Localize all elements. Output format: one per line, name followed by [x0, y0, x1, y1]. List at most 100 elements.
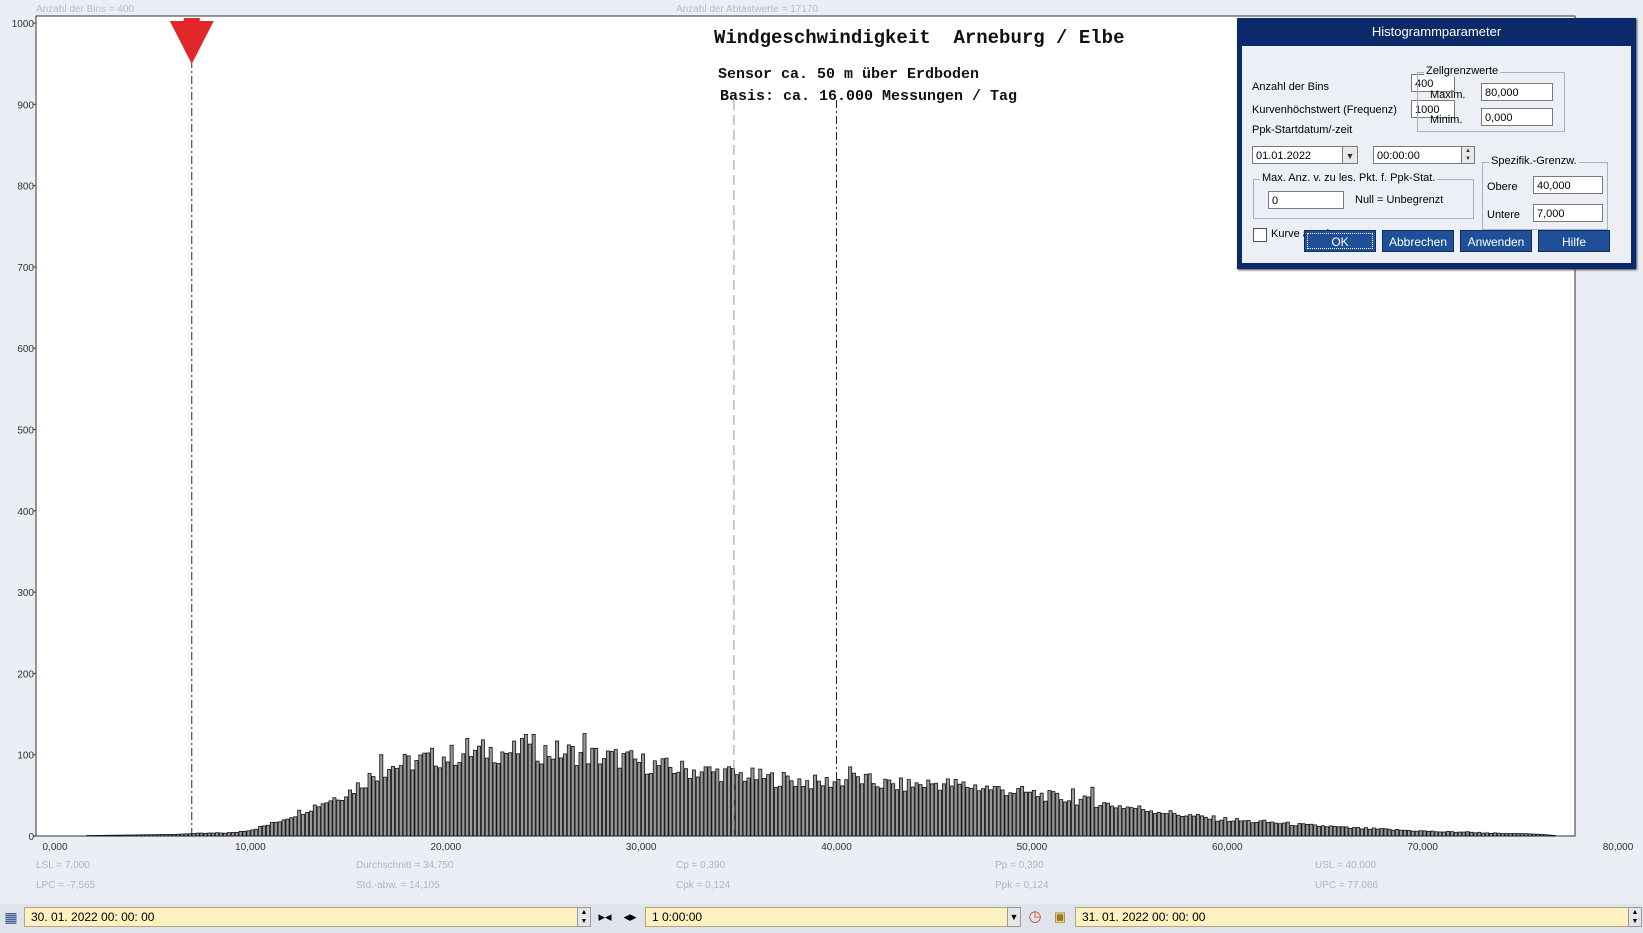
histogram-bar	[1356, 827, 1361, 837]
histogram-bar	[1031, 789, 1036, 837]
y-tick-label: 500	[17, 426, 34, 437]
histogram-bar	[801, 786, 806, 837]
chart-subtitle-2: Basis: ca. 16.000 Messungen / Tag	[720, 88, 1018, 105]
start-spinner-icon[interactable]: ▲ ▼	[577, 907, 591, 927]
histogram-bar	[1137, 805, 1142, 837]
histogram-bar	[324, 802, 329, 837]
cancel-button[interactable]: Abbrechen	[1382, 230, 1454, 252]
histogram-bar	[727, 766, 731, 837]
histogram-bar	[1305, 824, 1310, 837]
time-input[interactable]: 00:00:00	[1373, 146, 1475, 164]
histogram-bar	[1399, 829, 1404, 837]
histogram-bar	[684, 768, 689, 837]
histogram-bar	[219, 832, 224, 837]
apply-button[interactable]: Anwenden	[1460, 230, 1532, 252]
chevron-down-icon[interactable]: ▼	[1342, 146, 1358, 164]
histogram-bar	[281, 819, 286, 837]
expand-range-icon[interactable]: ◂▸	[621, 908, 639, 926]
histogram-bar	[672, 772, 677, 837]
histogram-bar	[820, 785, 825, 837]
chart-title: Windgeschwindigkeit Arneburg / Elbe	[714, 27, 1125, 49]
histogram-bar	[1496, 832, 1501, 837]
histogram-bar	[1524, 833, 1529, 837]
shrink-range-icon[interactable]: ▸◂	[596, 908, 614, 926]
max-points-input[interactable]: 0	[1268, 191, 1344, 209]
histogram-bar	[101, 834, 106, 837]
histogram-bar	[301, 814, 306, 837]
histogram-bar	[238, 831, 243, 837]
ok-button[interactable]: OK	[1304, 230, 1376, 252]
upper-input[interactable]: 40,000	[1533, 176, 1603, 194]
y-tick-label: 400	[17, 507, 34, 518]
stat-upc: UPC = 77,066	[1315, 880, 1379, 891]
histogram-bar	[1551, 834, 1556, 837]
max-input[interactable]: 80,000	[1481, 83, 1553, 101]
histogram-bar	[856, 776, 860, 837]
histogram-bar	[367, 772, 372, 837]
histogram-bar	[1371, 827, 1376, 837]
ppk-start-label: Ppk-Startdatum/-zeit	[1252, 124, 1353, 136]
histogram-bar	[391, 766, 395, 837]
histogram-bar	[914, 782, 919, 837]
histogram-bar	[289, 817, 294, 837]
chevron-down-icon[interactable]: ▼	[1007, 907, 1021, 927]
histogram-bar	[992, 786, 997, 837]
calendar-icon[interactable]: ▦	[2, 908, 20, 926]
histogram-bar	[266, 824, 270, 837]
end-spinner-icon[interactable]: ▲ ▼	[1628, 907, 1642, 927]
histogram-bar	[1254, 821, 1259, 837]
histogram-bar	[1516, 833, 1521, 837]
histogram-bar	[187, 833, 192, 837]
histogram-bar	[766, 774, 771, 837]
cell-limits-title: Zellgrenzwerte	[1424, 65, 1501, 77]
start-datetime-input[interactable]: 30. 01. 2022 00: 00: 00	[24, 907, 578, 927]
histogram-bar	[473, 749, 478, 837]
histogram-bar	[691, 769, 696, 837]
show-curve-checkbox[interactable]	[1253, 228, 1267, 242]
histogram-bar	[1153, 813, 1157, 837]
histogram-bar	[109, 834, 114, 837]
histogram-bar	[555, 740, 560, 837]
histogram-bar	[1219, 819, 1224, 837]
histogram-bar	[156, 834, 161, 837]
histogram-bar	[105, 834, 110, 837]
histogram-bar	[336, 799, 341, 837]
histogram-bar	[922, 787, 927, 837]
y-tick-label: 300	[17, 588, 34, 599]
histogram-bar	[938, 789, 943, 837]
histogram-bar	[715, 768, 720, 837]
histogram-bar	[652, 760, 657, 837]
end-datetime-input[interactable]: 31. 01. 2022 00: 00: 00	[1075, 907, 1629, 927]
histogram-bar	[777, 785, 782, 837]
histogram-bar	[895, 789, 900, 837]
interval-select[interactable]: 1 0:00:00	[645, 907, 1008, 927]
lock-icon[interactable]: ▣	[1051, 908, 1069, 926]
histogram-bar	[1492, 832, 1497, 837]
lower-input[interactable]: 7,000	[1533, 204, 1603, 222]
histogram-bar	[1004, 795, 1009, 837]
histogram-bar	[598, 763, 603, 837]
histogram-bar	[1192, 815, 1196, 837]
histogram-bar	[754, 779, 759, 837]
histogram-bar	[1360, 828, 1365, 837]
help-button[interactable]: Hilfe	[1538, 230, 1610, 252]
histogram-bar	[426, 752, 431, 837]
histogram-bar	[1238, 820, 1243, 837]
histogram-bar	[445, 761, 450, 837]
histogram-bar	[226, 832, 231, 837]
histogram-bar	[1344, 826, 1349, 837]
histogram-bar	[496, 763, 501, 837]
time-spinner-icon[interactable]: ▲ ▼	[1461, 146, 1475, 164]
histogram-bar	[269, 822, 274, 837]
histogram-bar	[891, 783, 896, 837]
histogram-bar	[582, 733, 587, 837]
histogram-bar	[551, 758, 556, 837]
histogram-bar	[785, 775, 790, 837]
histogram-bar	[1246, 820, 1251, 837]
clock-icon[interactable]: ◷	[1026, 908, 1044, 926]
histogram-bar	[1106, 802, 1111, 837]
min-input[interactable]: 0,000	[1481, 108, 1553, 126]
histogram-bar	[387, 769, 392, 837]
histogram-bar	[418, 754, 423, 837]
histogram-bar	[1348, 827, 1353, 837]
